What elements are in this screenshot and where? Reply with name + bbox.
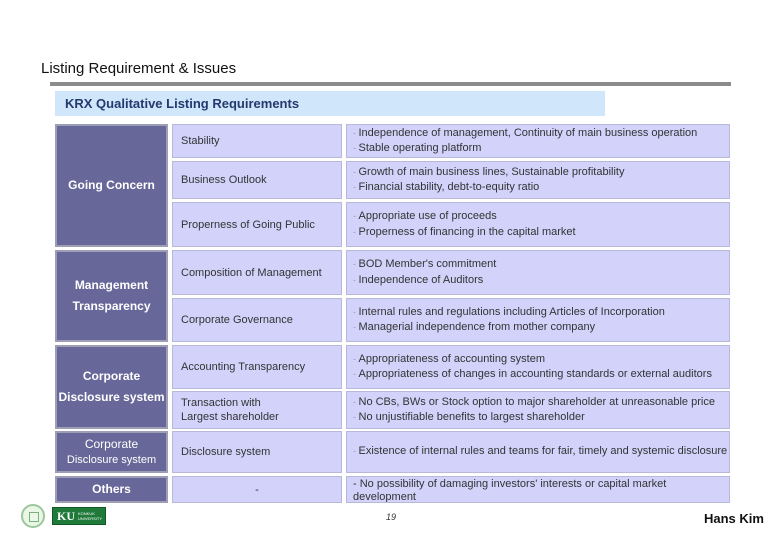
item-others: - [172, 476, 342, 503]
item-disclosure-system: Disclosure system [172, 431, 342, 473]
slide-title: Listing Requirement & Issues [41, 60, 237, 77]
university-brand-logo: KU KONKUK UNIVERSITY [52, 507, 106, 525]
detail-line: Existence of internal rules and teams fo… [353, 444, 729, 460]
details-composition-of-management: BOD Member's commitment Independence of … [346, 250, 730, 295]
details-accounting-transparency: Appropriateness of accounting system App… [346, 345, 730, 389]
category-going-concern: Going Concern [55, 124, 168, 247]
details-transaction-with-largest-shareholder: No CBs, BWs or Stock option to major sha… [346, 391, 730, 429]
category-label: Disclosure system [58, 390, 165, 404]
detail-line: development [353, 491, 416, 503]
item-properness-of-going-public: Properness of Going Public [172, 202, 342, 247]
item-corporate-governance: Corporate Governance [172, 298, 342, 342]
detail-line: Independence of Auditors [353, 273, 729, 289]
detail-line: Growth of main business lines, Sustainab… [353, 165, 729, 181]
brand-logo-text: KU [57, 508, 75, 523]
detail-line: BOD Member's commitment [353, 257, 729, 273]
category-management-transparency: Management Transparency [55, 250, 168, 342]
university-seal-logo [21, 504, 45, 528]
details-corporate-governance: Internal rules and regulations including… [346, 298, 730, 342]
category-label: Corporate [82, 369, 141, 383]
brand-logo-subtext: KONKUK UNIVERSITY [78, 511, 103, 521]
item-business-outlook: Business Outlook [172, 161, 342, 199]
category-others: Others [55, 476, 168, 503]
detail-line: Internal rules and regulations including… [353, 305, 729, 321]
detail-line: Stable operating platform [353, 141, 729, 157]
category-label: Others [92, 482, 131, 496]
category-corporate-disclosure-system-2: Corporate Disclosure system [55, 431, 168, 473]
detail-line: No unjustifiable benefits to largest sha… [353, 410, 729, 426]
detail-line: Financial stability, debt-to-equity rati… [353, 180, 729, 196]
category-corporate-disclosure-system: Corporate Disclosure system [55, 345, 168, 429]
detail-line: Independence of management, Continuity o… [353, 126, 729, 142]
category-label: Going Concern [68, 178, 155, 192]
detail-line: Managerial independence from mother comp… [353, 320, 729, 336]
category-label: Corporate [84, 437, 139, 451]
title-divider [50, 82, 731, 86]
details-stability: Independence of management, Continuity o… [346, 124, 730, 158]
table-heading: KRX Qualitative Listing Requirements [65, 96, 300, 111]
author-name: Hans Kim [704, 511, 764, 526]
category-label: Transparency [72, 299, 151, 313]
detail-line: Properness of financing in the capital m… [353, 225, 729, 241]
details-business-outlook: Growth of main business lines, Sustainab… [346, 161, 730, 199]
detail-line: Appropriateness of accounting system [353, 352, 729, 368]
item-composition-of-management: Composition of Management [172, 250, 342, 295]
table-heading-band: KRX Qualitative Listing Requirements [55, 91, 605, 116]
detail-line: No CBs, BWs or Stock option to major sha… [353, 395, 729, 411]
item-accounting-transparency: Accounting Transparency [172, 345, 342, 389]
category-label: Disclosure system [66, 454, 157, 466]
page-number: 19 [386, 512, 397, 522]
category-label: Management [74, 278, 149, 292]
detail-line: Appropriateness of changes in accounting… [353, 367, 729, 383]
details-properness-of-going-public: Appropriate use of proceeds Properness o… [346, 202, 730, 247]
detail-line: - No possibility of damaging investors' … [353, 478, 667, 490]
item-stability: Stability [172, 124, 342, 158]
item-transaction-with-largest-shareholder: Transaction with Largest shareholder [172, 391, 342, 429]
details-others: - No possibility of damaging investors' … [346, 476, 730, 503]
details-disclosure-system: Existence of internal rules and teams fo… [346, 431, 730, 473]
detail-line: Appropriate use of proceeds [353, 209, 729, 225]
